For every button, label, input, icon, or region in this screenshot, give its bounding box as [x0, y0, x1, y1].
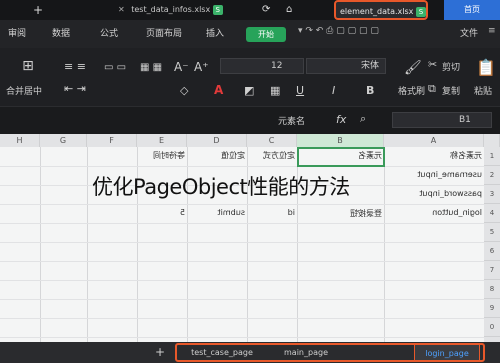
cell-a4[interactable]: login_button	[388, 208, 482, 217]
wrap-icons[interactable]: ▭ ▭	[104, 62, 126, 73]
row-header[interactable]: 6	[484, 242, 500, 261]
italic-button[interactable]: I	[332, 84, 335, 97]
col-header-c[interactable]: C	[247, 134, 297, 147]
fx-icon[interactable]: fx	[336, 113, 346, 126]
grid-line	[0, 318, 484, 319]
tab-label: element_data.xlsx	[340, 7, 414, 16]
spreadsheet-icon: S	[212, 4, 223, 15]
cell-e4[interactable]: 5	[140, 208, 185, 217]
format-painter-icon[interactable]: 🖌	[404, 60, 422, 76]
spreadsheet-grid[interactable]: H G F E D C B A 1 2 3 4 5 6 7 8 9 0 1 元素…	[0, 134, 500, 356]
col-header-h[interactable]: H	[0, 134, 40, 147]
font-size-select[interactable]: 12	[220, 58, 304, 74]
sheet-tab-main-page[interactable]: main_page	[272, 344, 340, 361]
row-header[interactable]: 4	[484, 204, 500, 223]
cell-a2[interactable]: username_input	[388, 170, 482, 179]
cut-icon[interactable]: ✂	[428, 58, 437, 71]
cell-b4[interactable]: 登录按钮	[300, 208, 382, 219]
home-icon[interactable]: ⌂	[286, 0, 300, 20]
row-header[interactable]: 1	[484, 147, 500, 166]
tab-label: test_data_infos.xlsx	[131, 5, 211, 14]
close-icon[interactable]: ✕	[118, 5, 125, 14]
grow-font-button[interactable]: A⁺	[194, 60, 209, 74]
col-header-e[interactable]: E	[137, 134, 187, 147]
paste-label[interactable]: 粘贴	[474, 84, 492, 97]
cell-c1[interactable]: 定位方式	[250, 150, 295, 161]
format-painter-label[interactable]: 格式刷	[398, 84, 425, 97]
zoom-icon[interactable]: ⌕	[360, 112, 366, 126]
font-color-button[interactable]: A	[214, 83, 223, 97]
cell-e1[interactable]: 等待时间	[140, 150, 185, 161]
row-header[interactable]: 8	[484, 280, 500, 299]
indent-icons[interactable]: ⇤ ⇥	[64, 82, 86, 95]
copy-icon[interactable]: ⧉	[428, 82, 436, 96]
cell-d1[interactable]: 定位值	[190, 150, 245, 161]
tab-element-data[interactable]: element_data.xlsx S	[334, 0, 428, 20]
grid-line	[0, 223, 484, 224]
grid-line	[0, 242, 484, 243]
sync-icon[interactable]: ⟳	[262, 0, 276, 20]
col-header-g[interactable]: G	[40, 134, 87, 147]
font-name-select[interactable]: 宋体	[306, 58, 386, 74]
tab-test-data-infos[interactable]: ✕ test_data_infos.xlsx S	[118, 0, 258, 20]
sheet-tab-test-case-page[interactable]: test_case_page	[180, 344, 264, 361]
menu-data[interactable]: 数据	[52, 26, 70, 39]
grid-line	[87, 147, 88, 356]
home-tab[interactable]: 首页	[444, 0, 500, 20]
row-header[interactable]: 0	[484, 318, 500, 337]
sheet-tab-login-page[interactable]: login_page	[414, 344, 480, 361]
row-header[interactable]: 9	[484, 299, 500, 318]
add-sheet-button[interactable]: +	[152, 344, 168, 361]
grid-line	[0, 299, 484, 300]
merge-center-icon[interactable]: ⊞	[18, 58, 38, 74]
cell-c4[interactable]: id	[250, 208, 295, 217]
row-header[interactable]: 3	[484, 185, 500, 204]
grid-line	[0, 337, 484, 338]
quick-access-icons[interactable]: ▾ ↷ ↶ ⎙ ▢ ▢ ▢ ▢	[298, 26, 379, 36]
col-header-a[interactable]: A	[384, 134, 484, 147]
cell-b1[interactable]: 元素名	[300, 150, 382, 161]
row-header[interactable]: 5	[484, 223, 500, 242]
ribbon	[0, 48, 500, 106]
paste-icon[interactable]: 📋	[476, 58, 496, 77]
col-header-f[interactable]: F	[87, 134, 137, 147]
row-header[interactable]: 7	[484, 261, 500, 280]
menu-start[interactable]: 开始	[246, 27, 286, 42]
merge-center-label[interactable]: 合并居中	[6, 84, 42, 97]
shrink-font-button[interactable]: A⁻	[174, 60, 189, 74]
menu-review[interactable]: 审阅	[8, 26, 26, 39]
grid-line	[0, 261, 484, 262]
grid-line	[40, 147, 41, 356]
col-header-d[interactable]: D	[187, 134, 247, 147]
cell-a3[interactable]: password_input	[388, 189, 482, 198]
spreadsheet-icon: S	[415, 6, 426, 17]
grid-line	[0, 166, 484, 167]
menu-page-layout[interactable]: 页面布局	[146, 26, 182, 39]
grid-line	[0, 204, 484, 205]
underline-button[interactable]: U	[296, 84, 304, 97]
hamburger-icon[interactable]: ≡	[488, 26, 496, 36]
formula-content[interactable]: 元素名	[278, 114, 305, 127]
caption-overlay: 优化PageObject性能的方法	[92, 175, 350, 199]
name-box[interactable]: B1	[392, 112, 492, 128]
grid-line	[0, 280, 484, 281]
menu-file[interactable]: 文件	[460, 26, 478, 39]
corner-select-all[interactable]	[484, 134, 500, 147]
clear-format-icon[interactable]: ◇	[180, 84, 188, 97]
menu-formulas[interactable]: 公式	[100, 26, 118, 39]
cell-d4[interactable]: submit	[190, 208, 245, 217]
grid-line	[384, 147, 385, 356]
fill-color-icon[interactable]: ◩	[244, 84, 254, 97]
align-icons[interactable]: ≡ ≡	[64, 60, 86, 73]
bold-button[interactable]: B	[366, 84, 374, 97]
borders-icon[interactable]: ▦	[270, 84, 280, 97]
menu-insert[interactable]: 插入	[206, 26, 224, 39]
border-icons[interactable]: ▦ ▦	[140, 62, 162, 73]
row-header[interactable]: 2	[484, 166, 500, 185]
col-header-b[interactable]: B	[297, 134, 384, 147]
new-tab-button[interactable]: +	[30, 0, 46, 20]
cut-label[interactable]: 剪切	[442, 60, 460, 73]
copy-label[interactable]: 复制	[442, 84, 460, 97]
cell-a1[interactable]: 元素名称	[388, 150, 482, 161]
